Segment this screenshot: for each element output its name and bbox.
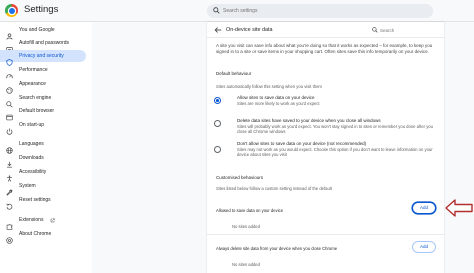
sidebar-item-autofill[interactable]: Autofill and passwords <box>0 37 86 52</box>
allowed-empty-text: No sites added <box>232 224 260 229</box>
option-delete-desc: Sites will probably work as you'd expect… <box>237 124 433 135</box>
sidebar-item-default-browser[interactable]: Default browser <box>0 105 86 120</box>
sidebar-item-label: Default browser <box>19 108 55 114</box>
sidebar-item-languages[interactable]: Languages <box>0 138 86 154</box>
puzzle-icon <box>6 217 13 230</box>
sidebar-item-label: On start-up <box>19 122 45 128</box>
sidebar-item-appearance[interactable]: Appearance <box>0 78 86 94</box>
radio-delete-on-close[interactable] <box>214 120 221 127</box>
download-icon <box>6 155 13 168</box>
sidebar-item-label: Appearance <box>19 81 46 87</box>
page-search-box[interactable] <box>372 26 438 34</box>
sidebar-item-performance[interactable]: Performance <box>0 64 86 78</box>
option-allow-title: Allow sites to save data on your device <box>237 95 315 100</box>
person-icon <box>6 27 13 40</box>
reset-icon <box>6 197 13 210</box>
search-icon <box>6 95 13 108</box>
annotation-arrow-icon <box>445 199 473 217</box>
search-icon <box>372 26 378 33</box>
sidebar-item-accessibility[interactable]: Accessibility <box>0 166 86 182</box>
radio-dont-allow[interactable] <box>214 146 221 153</box>
sidebar-item-search-engine[interactable]: Search engine <box>0 92 86 108</box>
sidebar-item-downloads[interactable]: Downloads <box>0 152 86 168</box>
option-allow-desc: Sites are more likely to work as you'd e… <box>237 101 320 106</box>
sidebar-item-label: Accessibility <box>19 169 47 175</box>
sidebar-item-label: Privacy and security <box>19 53 64 59</box>
customised-behaviours-sub: Sites listed below follow a custom setti… <box>216 186 332 191</box>
app-title: Settings <box>24 4 59 15</box>
customised-behaviours-header: Customised behaviours <box>216 175 264 180</box>
sidebar-item-extensions[interactable]: Extensions <box>0 214 86 230</box>
sidebar-item-you-and-google[interactable]: You and Google <box>0 24 86 40</box>
delete-list-label: Always delete site data from your device… <box>216 246 338 251</box>
sidebar-item-label: Performance <box>19 67 48 73</box>
shield-icon <box>6 53 13 66</box>
globe-icon <box>6 141 13 154</box>
sidebar-item-about-chrome[interactable]: About Chrome <box>0 228 86 244</box>
search-icon <box>213 7 220 14</box>
divider <box>207 234 444 235</box>
palette-icon <box>6 81 13 94</box>
sidebar-item-label: System <box>19 183 36 189</box>
default-behaviour-sub: Sites automatically follow this setting … <box>216 84 322 89</box>
autofill-icon <box>6 40 13 52</box>
sidebar-item-privacy-and-security[interactable]: Privacy and security <box>0 50 86 66</box>
radio-allow-save[interactable] <box>214 97 221 104</box>
chrome-logo-icon <box>5 4 18 17</box>
external-link-icon <box>50 218 55 222</box>
sidebar-item-system[interactable]: System <box>0 180 86 196</box>
sidebar-item-on-start-up[interactable]: On start-up <box>0 119 86 135</box>
option-delete-title: Delete data sites have saved to your dev… <box>237 118 381 123</box>
divider <box>207 37 444 38</box>
page-search-input[interactable] <box>380 26 436 34</box>
accessibility-icon <box>6 169 13 182</box>
sidebar: You and Google Autofill and passwords Pr… <box>0 22 92 273</box>
add-delete-site-button[interactable]: Add <box>412 241 436 253</box>
sidebar-item-label: About Chrome <box>19 231 52 237</box>
sidebar-item-label: Extensions <box>19 217 44 223</box>
sidebar-item-reset-settings[interactable]: Reset settings <box>0 194 86 210</box>
wrench-icon <box>6 183 13 196</box>
chrome-icon <box>6 231 13 244</box>
option-dont-allow-desc: Sites may not work as you would expect. … <box>237 147 433 158</box>
back-arrow-icon[interactable] <box>214 26 222 34</box>
delete-empty-text: No sites added <box>232 262 260 267</box>
power-icon <box>6 122 13 135</box>
settings-search-input[interactable] <box>223 5 423 17</box>
sidebar-item-label: Reset settings <box>19 197 51 203</box>
allowed-list-label: Allowed to save data on your device <box>216 208 284 213</box>
sidebar-item-label: Search engine <box>19 95 52 101</box>
top-bar: Settings <box>0 0 474 22</box>
add-allowed-site-button[interactable]: Add <box>412 202 436 214</box>
settings-search-box[interactable] <box>207 4 433 18</box>
browser-icon <box>6 108 13 120</box>
sidebar-item-label: Autofill and passwords <box>19 40 70 46</box>
sidebar-item-label: Languages <box>19 141 44 147</box>
intro-text: A site you visit can save info about wha… <box>216 43 433 55</box>
page-title: On-device site data <box>226 27 273 33</box>
sidebar-item-label: Downloads <box>19 155 44 161</box>
sidebar-item-label: You and Google <box>19 27 55 33</box>
default-behaviour-header: Default behaviour <box>216 71 252 76</box>
option-dont-allow-title: Don't allow sites to save data on your d… <box>237 141 367 146</box>
speedometer-icon <box>6 67 13 78</box>
